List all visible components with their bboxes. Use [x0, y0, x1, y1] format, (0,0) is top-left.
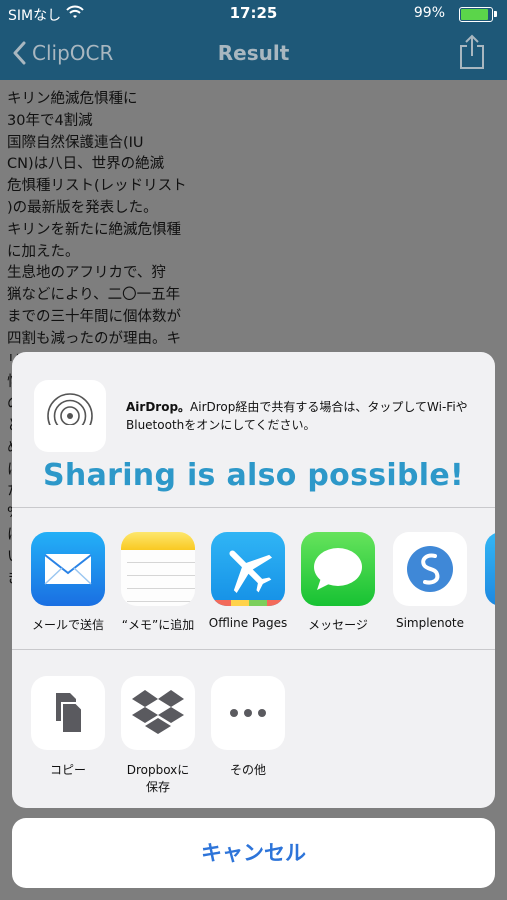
more-icon [211, 676, 285, 750]
action-label: コピー [49, 763, 86, 777]
share-app-partial[interactable] [478, 532, 495, 606]
airdrop-icon[interactable] [34, 380, 106, 452]
share-app-label: メールで送信 [31, 618, 104, 632]
offline-pages-icon [211, 532, 285, 606]
battery-icon [459, 7, 497, 22]
simplenote-icon [393, 532, 467, 606]
dropbox-icon [121, 676, 195, 750]
navigation-bar: ClipOCR Result [0, 28, 507, 80]
share-apps-row: メールで送信 “メモ”に追加 Offline Pages メッセージ Simpl… [12, 532, 495, 642]
action-more[interactable]: その他 [203, 676, 293, 779]
share-app-messages[interactable]: メッセージ [294, 532, 382, 633]
share-app-label: メッセージ [308, 618, 368, 632]
share-app-simplenote[interactable]: Simplenote [386, 532, 474, 630]
sharing-banner: Sharing is also possible! [43, 458, 464, 493]
action-label: その他 [229, 763, 266, 777]
share-button[interactable] [459, 34, 485, 74]
page-title: Result [217, 41, 290, 65]
share-app-label: Simplenote [395, 616, 464, 630]
battery-percent: 99% [413, 5, 445, 21]
action-label: Dropboxに保存 [126, 763, 190, 794]
airdrop-description: AirDrop。AirDrop経由で共有する場合は、タップしてWi-FiやBlu… [126, 400, 468, 432]
action-dropbox[interactable]: Dropboxに保存 [113, 676, 203, 796]
notes-icon [121, 532, 195, 606]
app-icon [485, 532, 495, 606]
share-app-offline-pages[interactable]: Offline Pages [204, 532, 292, 630]
share-app-mail[interactable]: メールで送信 [24, 532, 112, 633]
status-bar: SIMなし 17:25 99% [0, 0, 507, 28]
share-actions-row: コピー Dropboxに保存 その他 [12, 676, 495, 794]
divider [12, 507, 495, 508]
share-app-label: Offline Pages [208, 616, 288, 630]
share-icon [460, 34, 484, 69]
share-app-label: “メモ”に追加 [121, 618, 195, 632]
messages-icon [301, 532, 375, 606]
divider [12, 649, 495, 650]
action-copy[interactable]: コピー [23, 676, 113, 779]
cancel-button[interactable]: キャンセル [12, 818, 495, 888]
share-sheet: AirDrop。AirDrop経由で共有する場合は、タップしてWi-FiやBlu… [12, 352, 495, 808]
mail-icon [31, 532, 105, 606]
copy-icon [31, 676, 105, 750]
share-app-notes[interactable]: “メモ”に追加 [114, 532, 202, 633]
